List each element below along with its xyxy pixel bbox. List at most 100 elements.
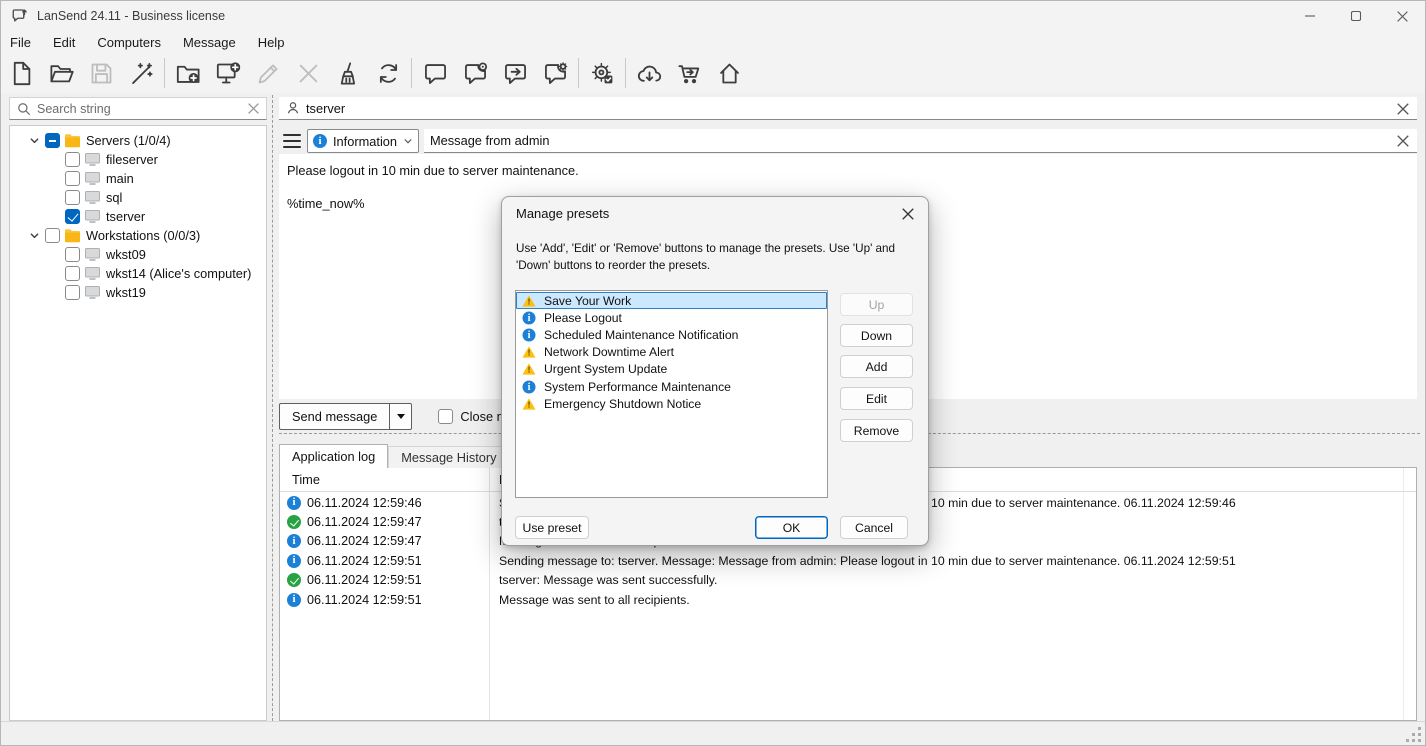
message-status-icon[interactable] bbox=[455, 55, 495, 91]
search-input[interactable] bbox=[37, 102, 247, 116]
checkbox[interactable] bbox=[65, 209, 80, 224]
edit-icon[interactable] bbox=[248, 55, 288, 91]
wizard-icon[interactable] bbox=[121, 55, 161, 91]
menu-computers[interactable]: Computers bbox=[86, 33, 172, 52]
preset-item[interactable]: Save Your Work bbox=[516, 292, 827, 309]
send-message-button[interactable]: Send message bbox=[279, 403, 412, 430]
refresh-icon[interactable] bbox=[368, 55, 408, 91]
checkbox[interactable] bbox=[65, 152, 80, 167]
checkbox[interactable] bbox=[65, 190, 80, 205]
column-header-time[interactable]: Time bbox=[280, 472, 489, 487]
search-box bbox=[9, 97, 267, 120]
preset-label: Urgent System Update bbox=[544, 362, 667, 376]
new-message-icon[interactable] bbox=[415, 55, 455, 91]
menu-message[interactable]: Message bbox=[172, 33, 247, 52]
chevron-down-icon bbox=[403, 136, 413, 146]
checkbox[interactable] bbox=[65, 171, 80, 186]
preset-label: Save Your Work bbox=[544, 294, 631, 308]
recipients-field[interactable]: tserver bbox=[279, 97, 1417, 120]
chevron-down-icon[interactable] bbox=[27, 134, 41, 148]
use-preset-button[interactable]: Use preset bbox=[515, 516, 589, 539]
message-presets-icon[interactable] bbox=[535, 55, 575, 91]
tree-label: tserver bbox=[106, 209, 145, 224]
menu-edit[interactable]: Edit bbox=[42, 33, 86, 52]
preset-item[interactable]: Network Downtime Alert bbox=[516, 344, 827, 361]
tree-row-wkst19[interactable]: wkst19 bbox=[10, 283, 266, 302]
tree-row-fileserver[interactable]: fileserver bbox=[10, 150, 266, 169]
add-computer-icon[interactable] bbox=[208, 55, 248, 91]
log-time: 06.11.2024 12:59:51 bbox=[307, 593, 422, 607]
checkbox[interactable] bbox=[65, 266, 80, 281]
compose-header: Information Message from admin bbox=[279, 129, 1417, 153]
subject-value: Message from admin bbox=[430, 133, 549, 148]
edit-button[interactable]: Edit bbox=[840, 387, 913, 410]
tab-application-log[interactable]: Application log bbox=[279, 444, 388, 468]
search-clear-icon[interactable] bbox=[247, 102, 260, 115]
add-group-icon[interactable] bbox=[168, 55, 208, 91]
search-icon bbox=[17, 102, 31, 116]
settings-icon[interactable] bbox=[582, 55, 622, 91]
close-button[interactable] bbox=[1379, 1, 1425, 31]
chevron-down-icon[interactable] bbox=[27, 229, 41, 243]
log-time: 06.11.2024 12:59:46 bbox=[307, 496, 422, 510]
preset-item[interactable]: Please Logout bbox=[516, 309, 827, 326]
menu-file[interactable]: File bbox=[1, 33, 42, 52]
recipients-value: tserver bbox=[306, 101, 345, 116]
purchase-icon[interactable] bbox=[669, 55, 709, 91]
preset-item[interactable]: Scheduled Maintenance Notification bbox=[516, 326, 827, 343]
clear-subject-icon[interactable] bbox=[1393, 131, 1413, 151]
tree-row-wkst09[interactable]: wkst09 bbox=[10, 245, 266, 264]
resend-message-icon[interactable] bbox=[495, 55, 535, 91]
add-button[interactable]: Add bbox=[840, 355, 913, 378]
message-type-select[interactable]: Information bbox=[307, 129, 419, 153]
resize-grip[interactable] bbox=[1406, 727, 1421, 742]
checkbox[interactable] bbox=[438, 409, 453, 424]
preset-item[interactable]: Urgent System Update bbox=[516, 361, 827, 378]
tree-row-wkst14[interactable]: wkst14 (Alice's computer) bbox=[10, 264, 266, 283]
toolbar bbox=[1, 53, 1425, 93]
minimize-button[interactable] bbox=[1287, 1, 1333, 31]
tab-message-history[interactable]: Message History bbox=[388, 446, 509, 468]
dialog-close-icon[interactable] bbox=[896, 203, 920, 225]
home-icon[interactable] bbox=[709, 55, 749, 91]
checkbox[interactable] bbox=[65, 247, 80, 262]
clear-recipients-icon[interactable] bbox=[1393, 99, 1413, 119]
toolbar-separator bbox=[164, 58, 165, 88]
tree-row-main[interactable]: main bbox=[10, 169, 266, 188]
up-button[interactable]: Up bbox=[840, 293, 913, 316]
preset-item[interactable]: System Performance Maintenance bbox=[516, 378, 827, 395]
menu-help[interactable]: Help bbox=[247, 33, 296, 52]
new-document-icon[interactable] bbox=[1, 55, 41, 91]
delete-icon[interactable] bbox=[288, 55, 328, 91]
down-button[interactable]: Down bbox=[840, 324, 913, 347]
cancel-button[interactable]: Cancel bbox=[840, 516, 908, 539]
tree-label: main bbox=[106, 171, 134, 186]
send-options-dropdown[interactable] bbox=[389, 404, 411, 429]
tree-row-workstations[interactable]: Workstations (0/0/3) bbox=[10, 226, 266, 245]
vertical-splitter[interactable] bbox=[272, 95, 273, 741]
checkbox[interactable] bbox=[45, 133, 60, 148]
remove-button[interactable]: Remove bbox=[840, 419, 913, 442]
tree-row-sql[interactable]: sql bbox=[10, 188, 266, 207]
toolbar-separator bbox=[578, 58, 579, 88]
download-icon[interactable] bbox=[629, 55, 669, 91]
tree-row-tserver[interactable]: tserver bbox=[10, 207, 266, 226]
clear-icon[interactable] bbox=[328, 55, 368, 91]
preset-item[interactable]: Emergency Shutdown Notice bbox=[516, 395, 827, 412]
maximize-button[interactable] bbox=[1333, 1, 1379, 31]
warning-icon bbox=[522, 363, 535, 376]
subject-field[interactable]: Message from admin bbox=[424, 129, 1417, 153]
info-icon bbox=[522, 311, 535, 324]
ok-button[interactable]: OK bbox=[755, 516, 828, 539]
checkbox[interactable] bbox=[45, 228, 60, 243]
log-row[interactable]: 06.11.2024 12:59:51 Sending message to: … bbox=[280, 551, 1416, 570]
tree-row-servers[interactable]: Servers (1/0/4) bbox=[10, 131, 266, 150]
log-row[interactable]: 06.11.2024 12:59:51 Message was sent to … bbox=[280, 590, 1416, 609]
open-icon[interactable] bbox=[41, 55, 81, 91]
menu-icon[interactable] bbox=[283, 134, 301, 148]
checkbox[interactable] bbox=[65, 285, 80, 300]
save-icon[interactable] bbox=[81, 55, 121, 91]
log-row[interactable]: 06.11.2024 12:59:51 tserver: Message was… bbox=[280, 571, 1416, 590]
preset-label: Emergency Shutdown Notice bbox=[544, 397, 701, 411]
tree-label: Servers (1/0/4) bbox=[86, 133, 171, 148]
